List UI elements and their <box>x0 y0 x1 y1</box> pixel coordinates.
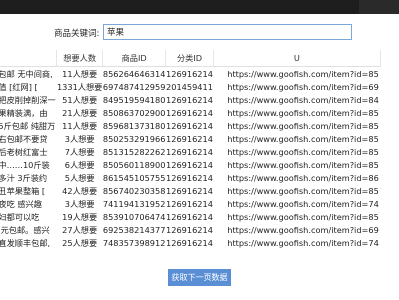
cell-title: 于25元包邮。感兴 <box>0 224 50 235</box>
cell-title: 金面值 [红网] [ <box>0 81 38 92</box>
cell-want-count: 11人想要 <box>62 68 98 79</box>
results-table: 想要人数 商品ID 分类ID U …，包邮 无中间商, 11人想要 85626464… <box>0 50 382 249</box>
cell-category-id: 126916214 <box>166 133 213 144</box>
cell-url: https://www.goofish.com/item?id=85 <box>227 107 379 118</box>
cell-title: 十斤果精装满，由 <box>0 107 48 118</box>
cell-title: 个左右包邮不要贷 <box>0 133 48 144</box>
bottom-bar: 获取下一页数据 <box>0 265 399 300</box>
column-header-want-count[interactable]: 想要人数 <box>56 50 104 67</box>
cell-want-count: 5人想要 <box>64 172 95 183</box>
table-row[interactable]: 个左右包邮不要贷 3人想要 850253291966126916214 https:/… <box>0 132 381 145</box>
cell-url: https://www.goofish.com/item?id=85 <box>227 133 379 144</box>
cell-title: 孩孕妇都可以吃 <box>0 211 40 222</box>
cell-want-count: 21人想要 <box>62 107 98 118</box>
table-row[interactable]: 孩孕妇都可以吃 19人想要 853910706474126916214 https:/… <box>0 210 381 223</box>
cell-category-id: 126916214 <box>166 224 213 235</box>
table-row[interactable]: …，包邮 无中间商, 11人想要 856264646314126916214 http… <box>0 67 381 81</box>
cell-item-id: 851315282262 <box>102 146 166 157</box>
cell-category-id: 201459411 <box>166 81 213 92</box>
cell-item-id: 741194131952 <box>102 198 166 209</box>
cell-item-id: 856264646314 <box>102 68 166 79</box>
cell-want-count: 42人想要 <box>62 185 98 196</box>
cell-want-count: 1331人想要 <box>56 81 103 92</box>
cell-category-id: 126916214 <box>166 185 213 196</box>
table-row[interactable]: 于25元包邮。感兴 27人想要 692538214377126916214 https… <box>0 223 381 236</box>
cell-item-id: 850863702900 <box>102 107 166 118</box>
cell-category-id: 126916214 <box>166 120 213 131</box>
cell-category-id: 126916214 <box>166 198 213 209</box>
cell-want-count: 11人想要 <box>62 120 98 131</box>
table-row[interactable]: 的霜后老树红富士 7人想要 851315282262126916214 https:/… <box>0 145 381 158</box>
cell-url: https://www.goofish.com/item?id=69 <box>227 224 379 235</box>
cell-want-count: 27人想要 <box>62 224 98 235</box>
cell-title: 甜脆多汁 3斤装约 <box>0 172 48 183</box>
table-row[interactable]: 果四5斤包邮 纯甜万 11人想要 859681373180126916214 http… <box>0 119 381 132</box>
cell-url: https://www.goofish.com/item?id=86 <box>227 172 379 183</box>
cell-want-count: 25人想要 <box>62 237 98 248</box>
search-label: 商品关键词: <box>54 29 100 39</box>
cell-want-count: 19人想要 <box>62 211 98 222</box>
cell-title: 的霜后老树红富士 <box>0 146 48 157</box>
table-row[interactable]: 皮货中……10斤装 6人想要 850560118900126916214 https:… <box>0 158 381 171</box>
cell-url: https://www.goofish.com/item?id=85 <box>227 159 379 170</box>
cell-title: 无，把皮削掉削深一 <box>0 94 56 105</box>
cell-want-count: 6人想要 <box>64 159 95 170</box>
cell-want-count: 51人想要 <box>62 94 98 105</box>
results-table-container[interactable]: 想要人数 商品ID 分类ID U …，包邮 无中间商, 11人想要 85626464… <box>0 50 399 265</box>
table-row[interactable]: 金面值 [红网] [ 1331人想要697487412959201459411 ht… <box>0 80 381 93</box>
cell-category-id: 126916214 <box>166 146 213 157</box>
cell-title: 批发丑苹果整箱 [ <box>0 185 46 196</box>
cell-title: 以寄夜吃 感兴趣 <box>0 198 42 209</box>
title-bar-controls <box>359 0 399 14</box>
table-row[interactable]: 十斤果精装满，由 21人想要 850863702900126916214 https:… <box>0 106 381 119</box>
cell-url: https://www.goofish.com/item?id=85 <box>227 146 379 157</box>
cell-url: https://www.goofish.com/item?id=85 <box>227 211 379 222</box>
cell-title: …，包邮 无中间商, <box>0 68 53 79</box>
cell-item-id: 861545105755 <box>102 172 166 183</box>
column-header-url[interactable]: U <box>213 50 382 67</box>
cell-title: 果四5斤包邮 纯甜万 <box>0 120 56 131</box>
cell-want-count: 3人想要 <box>64 133 95 144</box>
cell-category-id: 126916214 <box>166 172 213 183</box>
cell-item-id: 859681373180 <box>102 120 166 131</box>
cell-item-id: 697487412959 <box>102 81 166 92</box>
cell-url: https://www.goofish.com/item?id=85 <box>227 68 379 79</box>
cell-category-id: 126916214 <box>166 94 213 105</box>
cell-category-id: 126916214 <box>166 107 213 118</box>
cell-category-id: 126916214 <box>166 68 213 79</box>
cell-item-id: 692538214377 <box>102 224 166 235</box>
cell-item-id: 850253291966 <box>102 133 166 144</box>
cell-category-id: 126916214 <box>166 237 213 248</box>
column-header-item-id[interactable]: 商品ID <box>102 50 167 67</box>
cell-title: 产地直发顺丰包邮, <box>0 237 51 248</box>
window-title-bar <box>0 0 399 14</box>
table-row[interactable]: 无，把皮削掉削深一 51人想要 849519594180126916214 https… <box>0 93 381 106</box>
search-row: 商品关键词: <box>0 22 399 42</box>
cell-url: https://www.goofish.com/item?id=74 <box>227 198 379 209</box>
cell-want-count: 3人想要 <box>64 198 95 209</box>
search-input[interactable] <box>103 24 352 40</box>
table-row[interactable]: 以寄夜吃 感兴趣 3人想要 741194131952126916214 https:/… <box>0 197 381 210</box>
column-header-category-id[interactable]: 分类ID <box>165 50 214 67</box>
cell-url: https://www.goofish.com/item?id=69 <box>227 81 379 92</box>
cell-item-id: 853910706474 <box>102 211 166 222</box>
cell-want-count: 7人想要 <box>64 146 95 157</box>
table-header-row: 想要人数 商品ID 分类ID U <box>0 50 382 67</box>
cell-item-id: 849519594180 <box>102 94 166 105</box>
cell-item-id: 856740230358 <box>102 185 166 196</box>
cell-category-id: 126916214 <box>166 159 213 170</box>
table-row[interactable]: 甜脆多汁 3斤装约 5人想要 861545105755126916214 https:… <box>0 171 381 184</box>
cell-item-id: 748357398912 <box>102 237 166 248</box>
cell-url: https://www.goofish.com/item?id=85 <box>227 185 379 196</box>
cell-category-id: 126916214 <box>166 211 213 222</box>
cell-url: https://www.goofish.com/item?id=74 <box>227 237 379 248</box>
fetch-next-page-button[interactable]: 获取下一页数据 <box>168 269 231 286</box>
cell-url: https://www.goofish.com/item?id=85 <box>227 120 379 131</box>
cell-item-id: 850560118900 <box>102 159 166 170</box>
table-row[interactable]: 批发丑苹果整箱 [ 42人想要 856740230358126916214 https… <box>0 184 381 197</box>
cell-url: https://www.goofish.com/item?id=84 <box>227 94 379 105</box>
cell-title: 皮货中……10斤装 <box>0 159 50 170</box>
table-row[interactable]: 产地直发顺丰包邮, 25人想要 748357398912126916214 https… <box>0 236 381 249</box>
column-header-title[interactable] <box>0 50 58 67</box>
